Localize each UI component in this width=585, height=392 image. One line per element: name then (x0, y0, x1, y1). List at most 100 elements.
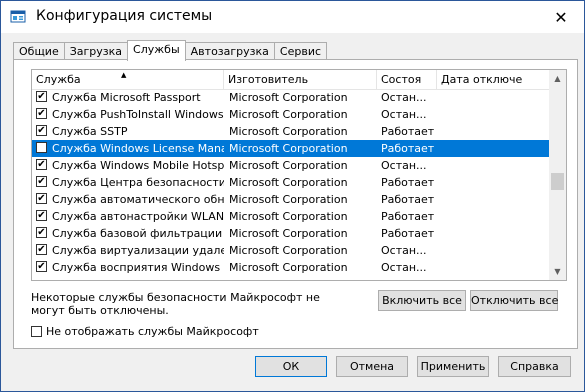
service-checkbox[interactable]: ✔ (36, 261, 47, 272)
apply-button[interactable]: Применить (417, 356, 489, 377)
service-checkbox[interactable]: ✔ (36, 210, 47, 221)
service-rows: ✔ Служба Microsoft Passport Microsoft Corp… (32, 89, 550, 276)
service-name: Служба PushToInstall Windows (52, 108, 224, 121)
service-disable-date (442, 140, 542, 157)
service-manufacturer: Microsoft Corporation (229, 91, 348, 104)
msconfig-icon (10, 9, 26, 25)
service-row[interactable]: ✔ Служба виртуализации удале... Microsoft … (32, 242, 550, 259)
service-disable-date (442, 208, 542, 225)
service-row[interactable]: Служба Windows License Manager Microsoft … (32, 140, 550, 157)
service-status: Остан... (381, 91, 427, 104)
service-status: Остан... (381, 244, 427, 257)
service-disable-date (442, 225, 542, 242)
service-manufacturer: Microsoft Corporation (229, 176, 348, 189)
column-header-manufacturer[interactable]: Изготовитель (224, 70, 377, 89)
hide-microsoft-services-checkbox[interactable] (31, 326, 42, 337)
service-row[interactable]: ✔ Служба SSTP Microsoft Corporation Работае… (32, 123, 550, 140)
service-status: Остан... (381, 108, 427, 121)
close-button[interactable]: ✕ (538, 1, 584, 33)
service-manufacturer: Microsoft Corporation (229, 108, 348, 121)
service-row[interactable]: ✔ Служба восприятия Windows Microsoft Corp… (32, 259, 550, 276)
service-name: Служба автонастройки WLAN (52, 210, 224, 223)
service-status: Работает (381, 210, 435, 223)
service-name: Служба Windows Mobile Hotspot (52, 159, 224, 172)
column-header-disable-date[interactable]: Дата отключе (437, 70, 550, 89)
close-icon: ✕ (554, 7, 568, 27)
tab-tools[interactable]: Сервис (273, 42, 328, 60)
service-name: Служба Microsoft Passport (52, 91, 201, 104)
service-status: Работает (381, 227, 435, 240)
service-name: Служба Центра безопасности ... (52, 176, 224, 189)
column-header-service[interactable]: Служба ▲ (32, 70, 224, 89)
service-manufacturer: Microsoft Corporation (229, 125, 348, 138)
service-checkbox[interactable]: ✔ (36, 125, 47, 136)
service-row[interactable]: ✔ Служба Windows Mobile Hotspot Microsoft … (32, 157, 550, 174)
title-bar: Конфигурация системы ✕ (1, 1, 584, 33)
service-disable-date (442, 89, 542, 106)
service-manufacturer: Microsoft Corporation (229, 142, 348, 155)
service-disable-date (442, 242, 542, 259)
service-name: Служба восприятия Windows (52, 261, 221, 274)
service-checkbox[interactable]: ✔ (36, 108, 47, 119)
service-disable-date (442, 259, 542, 276)
service-checkbox[interactable]: ✔ (36, 227, 47, 238)
scroll-down-icon[interactable]: ▼ (549, 263, 566, 280)
service-manufacturer: Microsoft Corporation (229, 193, 348, 206)
service-status: Работает (381, 142, 435, 155)
service-row[interactable]: ✔ Служба Центра безопасности ... Microsoft… (32, 174, 550, 191)
service-row[interactable]: ✔ Служба PushToInstall Windows Microsoft C… (32, 106, 550, 123)
service-checkbox[interactable] (36, 142, 47, 153)
vertical-scrollbar[interactable]: ▲ ▼ (549, 70, 566, 280)
sort-ascending-icon: ▲ (121, 71, 127, 79)
tab-boot[interactable]: Загрузка (63, 42, 129, 60)
scroll-up-icon[interactable]: ▲ (549, 70, 566, 87)
cancel-button[interactable]: Отмена (336, 356, 408, 377)
services-panel: Служба ▲ Изготовитель Состоя Дата отключ… (13, 59, 578, 349)
service-status: Работает (381, 193, 435, 206)
service-disable-date (442, 191, 542, 208)
service-name: Служба автоматического обн... (52, 193, 224, 206)
scroll-thumb[interactable] (551, 173, 564, 190)
service-status: Работает (381, 125, 435, 138)
service-checkbox[interactable]: ✔ (36, 91, 47, 102)
service-disable-date (442, 157, 542, 174)
service-checkbox[interactable]: ✔ (36, 176, 47, 187)
tab-general[interactable]: Общие (13, 42, 65, 60)
services-list[interactable]: Служба ▲ Изготовитель Состоя Дата отключ… (31, 69, 567, 281)
help-button[interactable]: Справка (498, 356, 571, 377)
tab-startup[interactable]: Автозагрузка (184, 42, 275, 60)
service-checkbox[interactable]: ✔ (36, 159, 47, 170)
service-name: Служба Windows License Manager (52, 142, 224, 155)
service-row[interactable]: ✔ Служба базовой фильтрации Microsoft Corp… (32, 225, 550, 242)
service-manufacturer: Microsoft Corporation (229, 227, 348, 240)
ok-button[interactable]: ОК (255, 356, 327, 377)
service-disable-date (442, 123, 542, 140)
tab-strip: Общие Загрузка Службы Автозагрузка Серви… (13, 40, 328, 61)
window-title: Конфигурация системы (36, 8, 213, 24)
disable-all-button[interactable]: Отключить все (470, 290, 558, 311)
service-name: Служба виртуализации удале... (52, 244, 224, 257)
service-checkbox[interactable]: ✔ (36, 193, 47, 204)
service-row[interactable]: ✔ Служба автоматического обн... Microsoft … (32, 191, 550, 208)
enable-all-button[interactable]: Включить все (378, 290, 466, 311)
service-disable-date (442, 106, 542, 123)
service-status: Работает (381, 176, 435, 189)
system-configuration-window: Конфигурация системы ✕ Общие Загрузка Сл… (0, 0, 585, 392)
service-manufacturer: Microsoft Corporation (229, 244, 348, 257)
service-status: Остан... (381, 159, 427, 172)
service-manufacturer: Microsoft Corporation (229, 159, 348, 172)
service-manufacturer: Microsoft Corporation (229, 261, 348, 274)
security-services-note: Некоторые службы безопасности Майкрософт… (31, 291, 320, 317)
service-name: Служба SSTP (52, 125, 128, 138)
column-header-status[interactable]: Состоя (377, 70, 437, 89)
list-header: Служба ▲ Изготовитель Состоя Дата отключ… (32, 70, 550, 90)
service-name: Служба базовой фильтрации (52, 227, 223, 240)
service-row[interactable]: ✔ Служба Microsoft Passport Microsoft Corp… (32, 89, 550, 106)
service-manufacturer: Microsoft Corporation (229, 210, 348, 223)
service-checkbox[interactable]: ✔ (36, 244, 47, 255)
hide-microsoft-services-label: Не отображать службы Майкрософт (46, 325, 259, 338)
service-row[interactable]: ✔ Служба автонастройки WLAN Microsoft Corp… (32, 208, 550, 225)
hide-microsoft-services-option[interactable]: Не отображать службы Майкрософт (31, 325, 259, 338)
tab-services[interactable]: Службы (127, 40, 186, 61)
service-disable-date (442, 174, 542, 191)
